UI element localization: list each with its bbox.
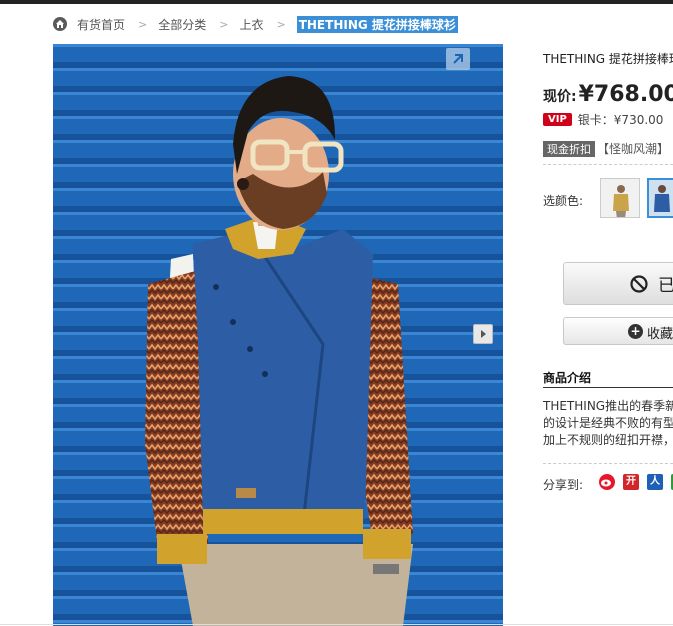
intro-text: THETHING推出的春季新 的设计是经典不败的有型 加上不规则的纽扣开襟， [543, 398, 673, 449]
promo-badge: 现金折扣 [543, 140, 595, 157]
home-icon[interactable] [53, 17, 67, 31]
swatch-thumbnail [649, 180, 673, 216]
breadcrumb-home[interactable]: 有货首页 [77, 16, 125, 33]
product-photo[interactable] [53, 44, 503, 626]
price-label: 现价: [543, 89, 577, 105]
favorite-button-label: 收藏 [647, 327, 673, 342]
top-bar [0, 0, 673, 4]
color-label: 选颜色: [543, 194, 584, 208]
breadcrumb-current: THETHING 提花拼接棒球衫 [296, 15, 458, 33]
kaixin-icon[interactable]: 开 [623, 474, 639, 490]
breadcrumb-category[interactable]: 上衣 [239, 16, 263, 33]
breadcrumb-all-categories[interactable]: 全部分类 [158, 16, 206, 33]
breadcrumb-separator: > [138, 17, 148, 31]
ban-icon [630, 275, 648, 293]
breadcrumb: 有货首页 > 全部分类 > 上衣 > THETHING 提花拼接棒球衫 [53, 14, 458, 34]
price-value: ¥768.00 [578, 82, 673, 107]
divider [543, 463, 673, 464]
product-title: THETHING 提花拼接棒球 [543, 52, 673, 66]
favorite-button[interactable]: + 收藏 [563, 317, 673, 345]
intro-title: 商品介绍 [543, 371, 592, 385]
buy-button[interactable]: 已 [563, 262, 673, 305]
product-photo-illustration [53, 44, 503, 626]
divider [543, 164, 673, 165]
zoom-button[interactable] [446, 48, 470, 70]
next-image-arrow-icon[interactable] [473, 324, 493, 344]
plus-icon: + [628, 324, 643, 339]
intro-line: THETHING推出的春季新 [543, 399, 673, 413]
expand-icon [453, 54, 463, 64]
intro-line: 加上不规则的纽扣开襟， [543, 433, 673, 447]
bottom-divider [0, 624, 673, 625]
buy-button-label: 已 [658, 276, 673, 296]
color-swatch-2[interactable] [647, 178, 673, 218]
vip-price-row: VIP 银卡：¥730.00 [543, 111, 663, 128]
promo-row: 现金折扣 【怪咖风潮】 [543, 140, 669, 157]
share-label: 分享到: [543, 478, 584, 492]
weibo-icon[interactable] [599, 474, 615, 490]
swatch-thumbnail [601, 179, 639, 217]
breadcrumb-separator: > [219, 17, 229, 31]
breadcrumb-separator: > [276, 17, 286, 31]
price-row: 现价: ¥768.00 [543, 82, 673, 107]
promo-text[interactable]: 【怪咖风潮】 [597, 140, 669, 157]
vip-badge: VIP [543, 113, 572, 126]
intro-line: 的设计是经典不败的有型 [543, 416, 673, 430]
color-swatch-1[interactable] [600, 178, 640, 218]
vip-price: 银卡：¥730.00 [577, 113, 664, 127]
intro-underline [543, 387, 673, 388]
renren-icon[interactable]: 人 [647, 474, 663, 490]
